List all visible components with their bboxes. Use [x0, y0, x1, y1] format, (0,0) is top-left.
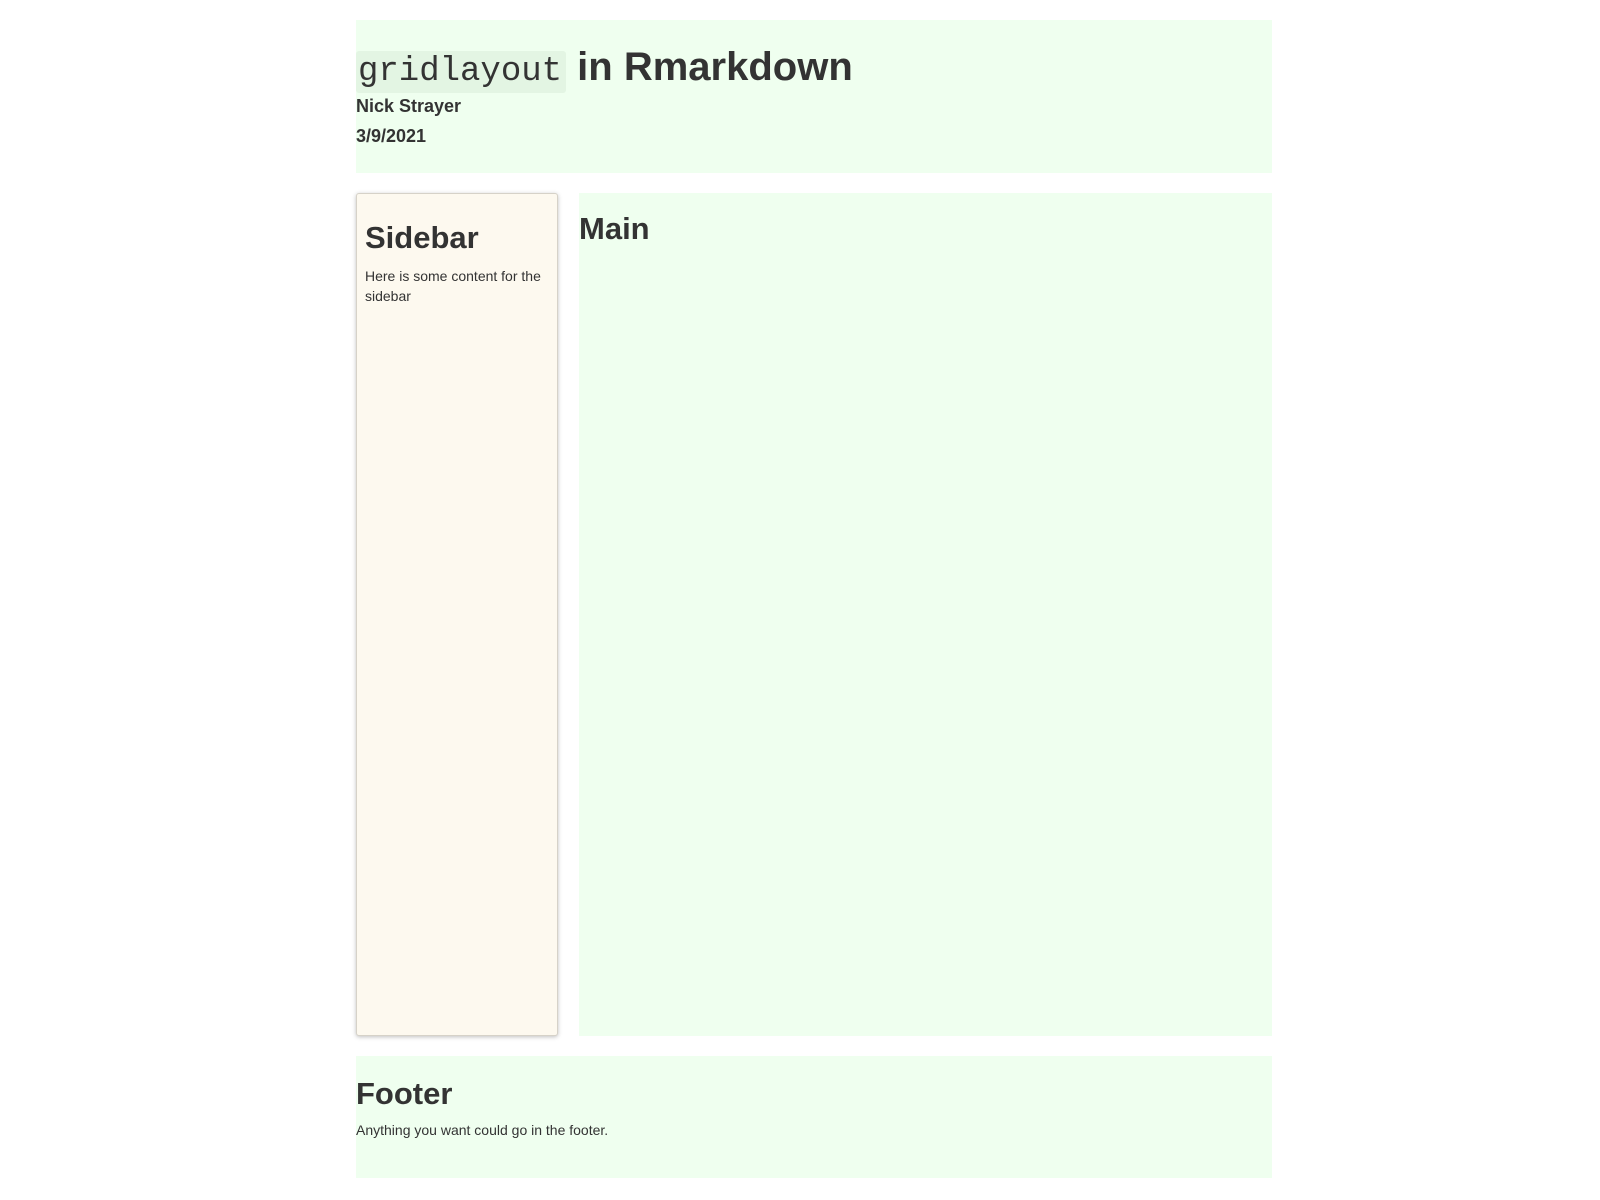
footer-heading: Footer: [356, 1076, 453, 1111]
title-code: gridlayout: [356, 51, 567, 93]
main-panel: Main: [579, 193, 1272, 1036]
page-title: gridlayout in Rmarkdown: [356, 44, 853, 95]
sidebar-heading: Sidebar: [365, 220, 479, 255]
main-heading: Main: [579, 211, 650, 246]
date: 3/9/2021: [356, 126, 427, 146]
footer-panel: Footer Anything you want could go in the…: [356, 1056, 1272, 1178]
author: Nick Strayer: [356, 96, 462, 116]
title-text: in Rmarkdown: [566, 45, 853, 89]
header-panel: gridlayout in Rmarkdown Nick Strayer 3/9…: [356, 20, 1272, 173]
footer-text: Anything you want could go in the footer…: [356, 1122, 609, 1138]
sidebar-text: Here is some content for the sidebar: [365, 268, 541, 304]
sidebar-panel: Sidebar Here is some content for the sid…: [356, 193, 558, 1036]
